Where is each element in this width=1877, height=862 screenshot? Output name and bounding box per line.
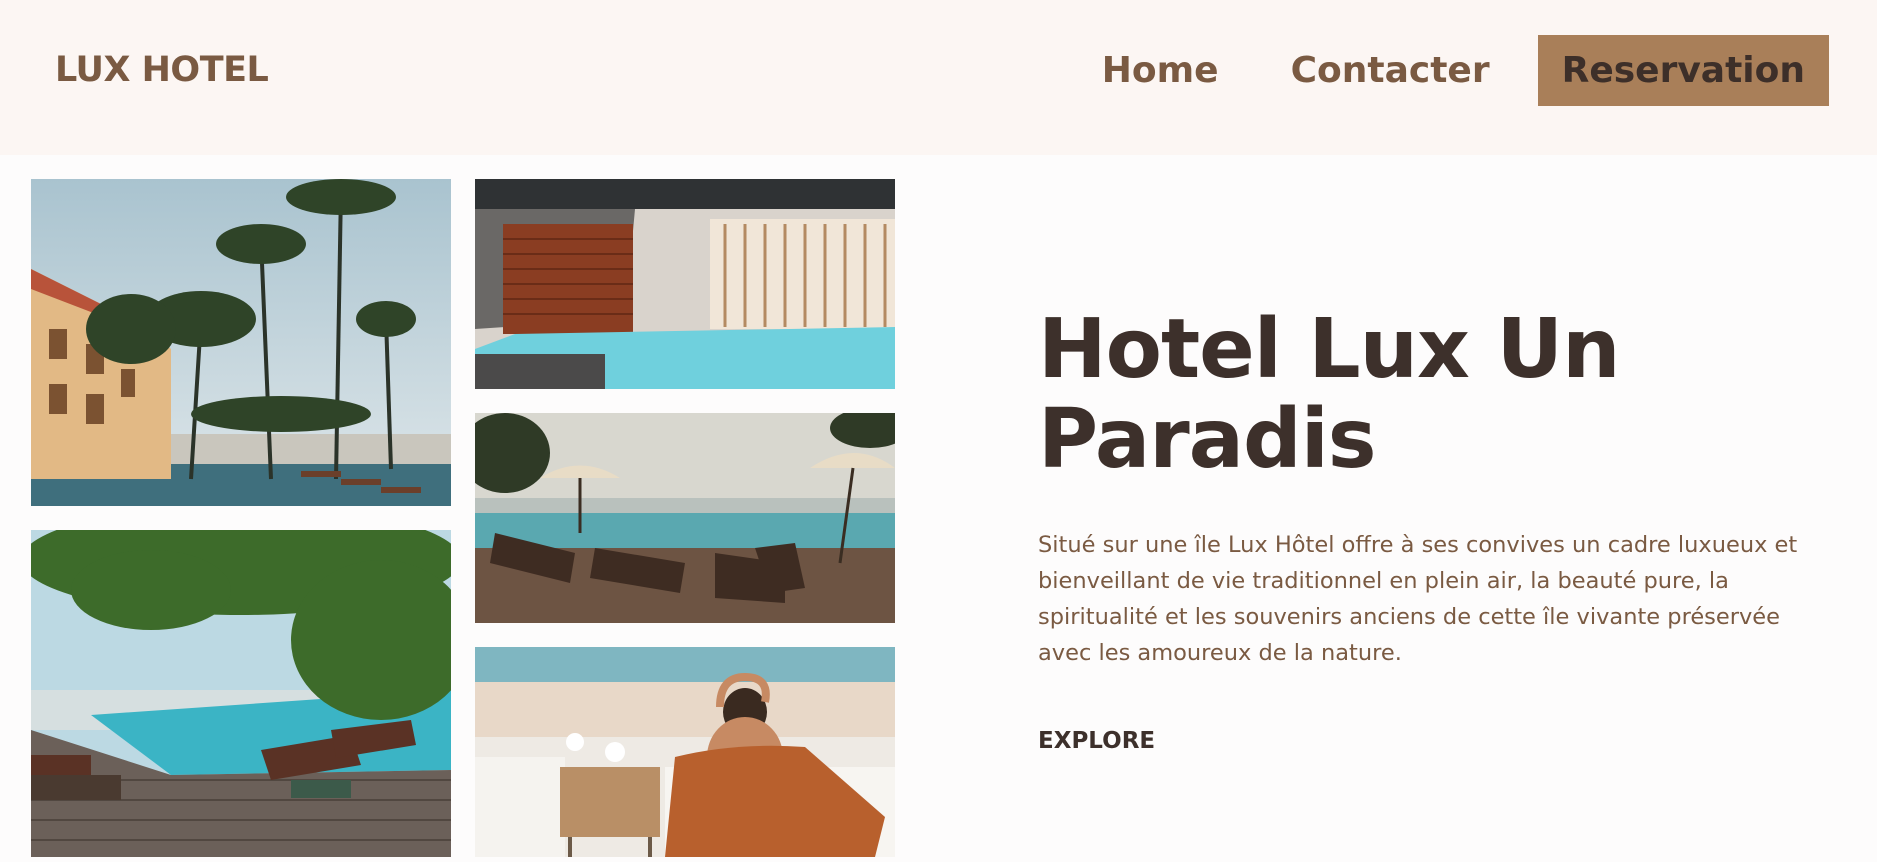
explore-link[interactable]: EXPLORE [1038,728,1155,754]
hero-title-line1: Hotel Lux Un [1038,302,1620,397]
infinity-pool-tropical-photo [31,530,451,857]
brand-logo[interactable]: LUX HOTEL [55,50,269,90]
woman-relaxing-by-pool-photo [475,647,895,857]
main-nav: Home Contacter Reservation [1102,35,1829,106]
nav-home-link[interactable]: Home [1102,50,1219,91]
palm-trees-resort-photo [31,179,451,506]
reservation-button[interactable]: Reservation [1537,35,1829,106]
hero-section: Hotel Lux Un Paradis Situé sur une île L… [1038,305,1828,754]
indoor-pool-photo [475,179,895,389]
hero-title: Hotel Lux Un Paradis [1038,305,1828,485]
hero-title-line2: Paradis [1038,392,1377,487]
top-header: LUX HOTEL Home Contacter Reservation [0,0,1877,155]
nav-contact-link[interactable]: Contacter [1291,50,1490,91]
sea-view-sunbeds-photo [475,413,895,623]
hero-description: Situé sur une île Lux Hôtel offre à ses … [1038,532,1798,666]
